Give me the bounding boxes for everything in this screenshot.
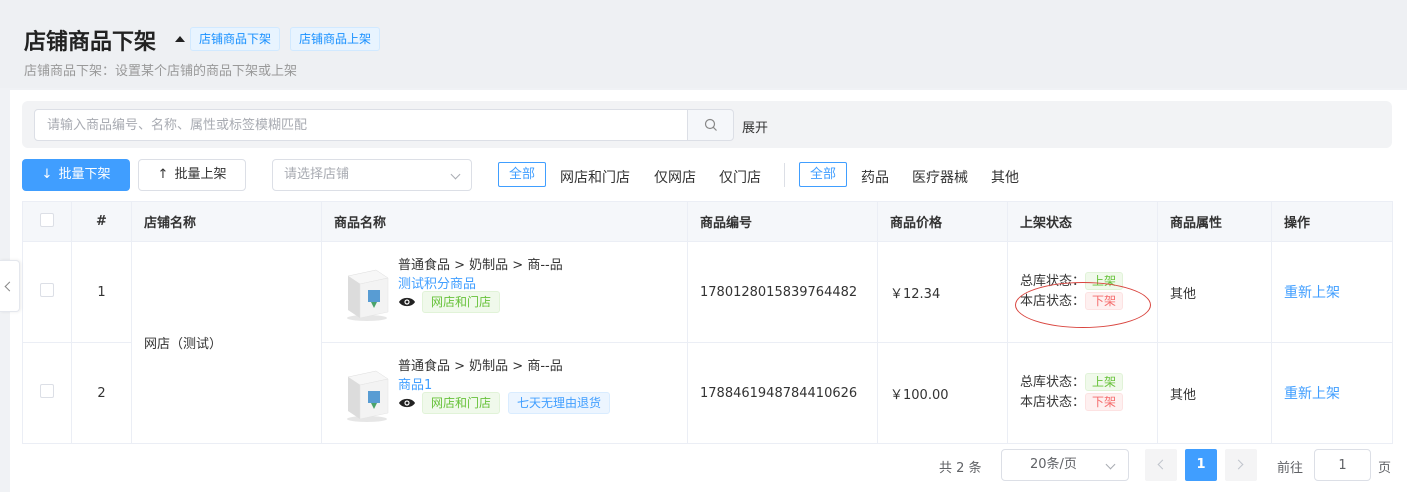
col-product-name: 商品名称 — [321, 201, 688, 242]
product-tag: 七天无理由退货 — [508, 392, 611, 414]
store-status-badge: 下架 — [1085, 292, 1124, 310]
batch-down-button[interactable]: ↓ 批量下架 — [22, 159, 130, 191]
product-name-link[interactable]: 测试积分商品 — [398, 273, 476, 292]
next-page-button[interactable] — [1225, 449, 1257, 481]
channel-filter-all[interactable]: 全部 — [498, 162, 547, 187]
select-all-checkbox[interactable] — [40, 212, 54, 227]
listing-status-cell: 总库状态： 上架 本店状态： 下架 — [1007, 342, 1158, 444]
category-filter-all[interactable]: 全部 — [799, 162, 848, 187]
product-cell: 普通食品 > 奶制品 > 商--品 商品1 网店和门店 七天无理由退货 — [321, 342, 688, 444]
page-size-select[interactable]: 20条/页 — [1001, 449, 1129, 481]
warehouse-status-label: 总库状态： — [1020, 375, 1086, 390]
category-filter-other[interactable]: 其他 — [991, 167, 1019, 187]
product-price: ￥12.34 — [877, 241, 1008, 343]
channel-filter-online-and-store[interactable]: 网店和门店 — [560, 167, 630, 187]
product-cell: 普通食品 > 奶制品 > 商--品 测试积分商品 网店和门店 — [321, 241, 688, 343]
page-number-current[interactable]: 1 — [1185, 449, 1217, 481]
row-select-cell — [22, 342, 72, 444]
sidebar-collapse-handle[interactable] — [0, 260, 20, 312]
row-checkbox[interactable] — [40, 283, 54, 297]
product-category-path: 普通食品 > 奶制品 > 商--品 — [398, 258, 563, 273]
channel-filter-online-only[interactable]: 仅网店 — [654, 167, 696, 187]
product-tag: 网店和门店 — [422, 392, 501, 414]
warehouse-status-badge: 上架 — [1085, 272, 1124, 290]
row-checkbox[interactable] — [40, 384, 54, 398]
store-status-label: 本店状态： — [1020, 294, 1086, 309]
actions-cell: 重新上架 — [1271, 342, 1393, 444]
product-attribute: 其他 — [1157, 342, 1272, 444]
goto-page-input[interactable] — [1314, 449, 1371, 481]
category-filter-drugs[interactable]: 药品 — [861, 167, 889, 187]
store-select-placeholder: 请选择店铺 — [284, 167, 350, 182]
product-code: 1788461948784410626 — [687, 342, 878, 444]
search-input[interactable] — [34, 109, 688, 141]
table-row: 1 网店（测试） 普通食品 > 奶制品 > 商--品 测试积分商品 网店和门店 … — [22, 241, 1393, 444]
expand-toggle[interactable]: 展开 — [742, 117, 768, 136]
store-status-label: 本店状态： — [1020, 395, 1086, 410]
eye-icon[interactable] — [398, 397, 416, 409]
product-image — [347, 370, 389, 422]
batch-up-button[interactable]: ↑ 批量上架 — [138, 159, 246, 191]
actions-cell: 重新上架 — [1271, 241, 1393, 343]
page-header: 店铺商品下架 店铺商品下架 店铺商品上架 店铺商品下架：设置某个店铺的商品下架或… — [0, 0, 1407, 88]
chevron-down-icon — [450, 169, 461, 180]
store-status-badge: 下架 — [1085, 393, 1124, 411]
warehouse-status-badge: 上架 — [1085, 373, 1124, 391]
caret-up-icon[interactable] — [175, 36, 185, 42]
search-icon — [704, 118, 717, 131]
product-code: 1780128015839764482 — [687, 241, 878, 343]
row-select-cell — [22, 241, 72, 343]
product-tag: 网店和门店 — [422, 291, 501, 313]
goto-label: 前往 — [1277, 461, 1304, 476]
arrow-up-icon: ↑ — [157, 167, 169, 182]
channel-filter-store-only[interactable]: 仅门店 — [719, 167, 761, 187]
product-category-path: 普通食品 > 奶制品 > 商--品 — [398, 359, 563, 374]
warehouse-status-label: 总库状态： — [1020, 274, 1086, 289]
batch-up-label: 批量上架 — [174, 167, 227, 182]
tab-store-product-up[interactable]: 店铺商品上架 — [290, 27, 381, 51]
col-actions: 操作 — [1271, 201, 1393, 242]
col-product-code: 商品编号 — [687, 201, 878, 242]
page-title: 店铺商品下架 — [24, 30, 157, 55]
col-product-attribute: 商品属性 — [1157, 201, 1272, 242]
search-button[interactable] — [687, 109, 734, 141]
chevron-left-icon — [1157, 459, 1168, 470]
col-index: # — [71, 201, 132, 242]
table-header-row: # 店铺名称 商品名称 商品编号 商品价格 上架状态 商品属性 操作 — [22, 201, 1393, 242]
product-table: # 店铺名称 商品名称 商品编号 商品价格 上架状态 商品属性 操作 1 网店（… — [22, 201, 1393, 444]
relist-button[interactable]: 重新上架 — [1284, 285, 1340, 301]
product-image — [347, 269, 389, 321]
tab-store-product-down[interactable]: 店铺商品下架 — [190, 27, 281, 51]
product-attribute: 其他 — [1157, 241, 1272, 343]
prev-page-button[interactable] — [1145, 449, 1177, 481]
arrow-down-icon: ↓ — [41, 167, 53, 182]
eye-icon[interactable] — [398, 296, 416, 308]
chevron-right-icon — [1233, 459, 1244, 470]
product-price: ￥100.00 — [877, 342, 1008, 444]
page-size-value: 20条/页 — [1030, 457, 1077, 472]
product-name-link[interactable]: 商品1 — [398, 374, 432, 393]
store-select[interactable]: 请选择店铺 — [272, 159, 472, 191]
pagination-total: 共 2 条 — [939, 461, 982, 476]
batch-down-label: 批量下架 — [58, 167, 111, 182]
chevron-left-icon — [4, 281, 15, 292]
page-suffix-label: 页 — [1378, 461, 1392, 476]
row-index: 2 — [71, 342, 132, 444]
col-store-name: 店铺名称 — [131, 201, 322, 242]
listing-status-cell: 总库状态： 上架 本店状态： 下架 — [1007, 241, 1158, 343]
filter-divider — [784, 163, 785, 187]
col-listing-status: 上架状态 — [1007, 201, 1158, 242]
select-all-cell — [22, 201, 72, 242]
chevron-down-icon — [1105, 459, 1116, 470]
category-filter-medical-devices[interactable]: 医疗器械 — [912, 167, 968, 187]
store-name-cell: 网店（测试） — [131, 241, 322, 444]
relist-button[interactable]: 重新上架 — [1284, 386, 1340, 402]
col-product-price: 商品价格 — [877, 201, 1008, 242]
row-index: 1 — [71, 241, 132, 343]
page-subtitle: 店铺商品下架：设置某个店铺的商品下架或上架 — [24, 64, 298, 79]
